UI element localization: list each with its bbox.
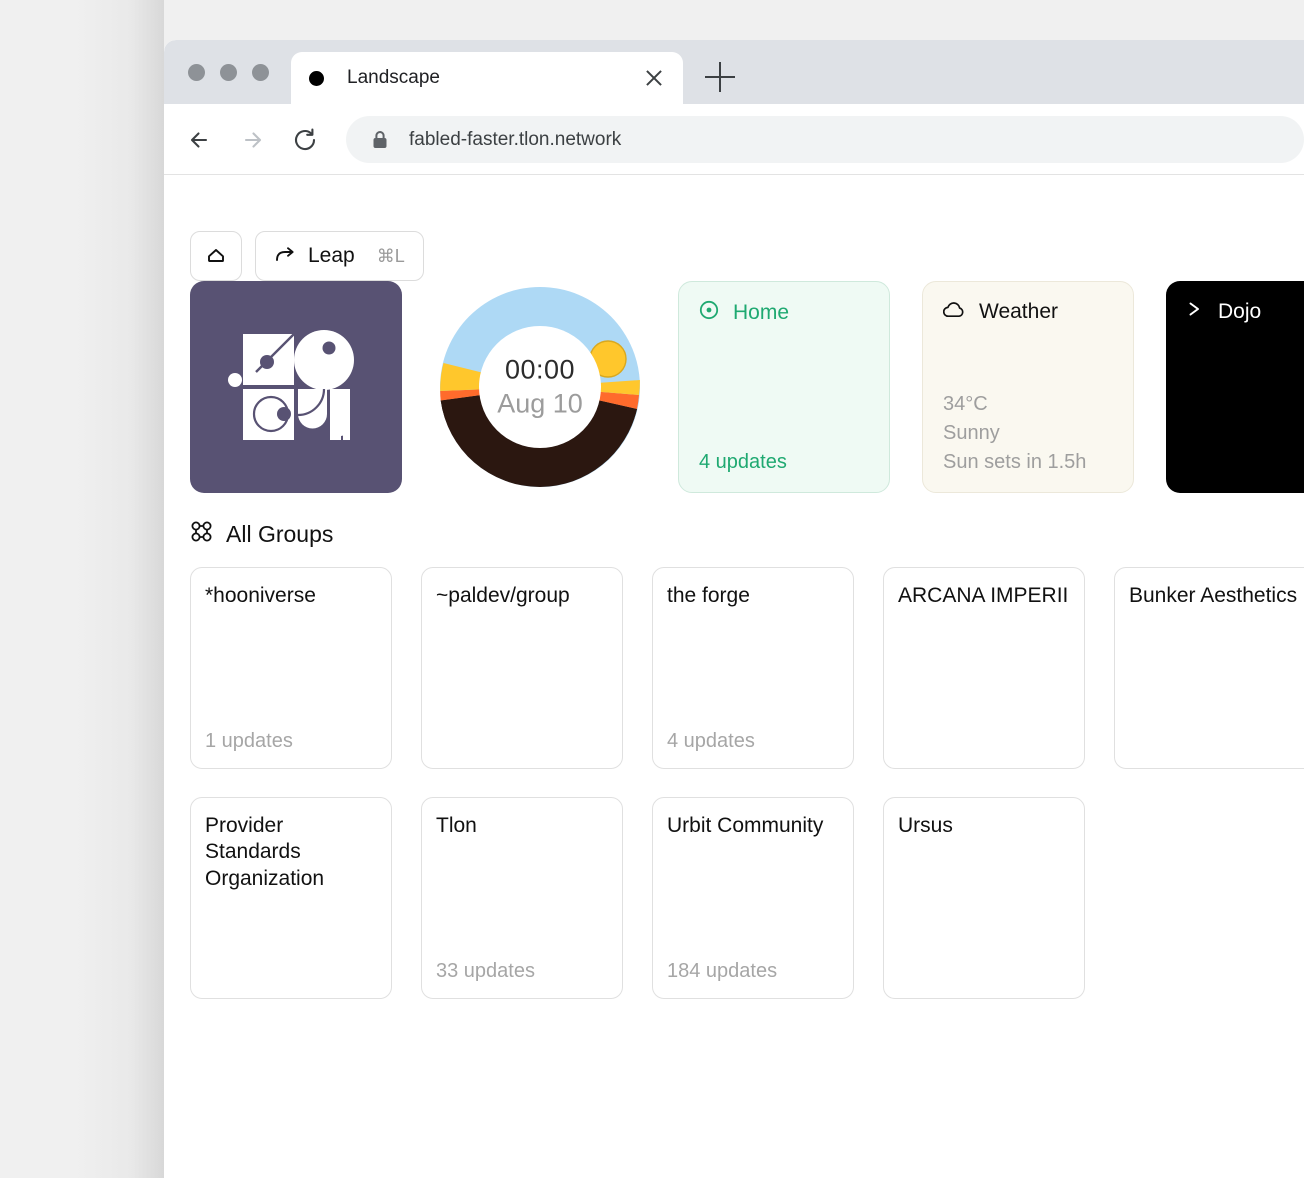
tile-row: 00:00 Aug 10 Home 4 updates Weather 34°C… <box>190 281 1304 493</box>
browser-window: Landscape fabled-faster.tlon.network Lea… <box>164 40 1304 1178</box>
tile-dojo[interactable]: Dojo <box>1166 281 1304 493</box>
group-card[interactable]: Urbit Community 184 updates <box>652 797 854 999</box>
group-card[interactable]: *hooniverse 1 updates <box>190 567 392 769</box>
tile-dojo-header: Dojo <box>1186 299 1304 324</box>
address-bar-url: fabled-faster.tlon.network <box>409 128 622 150</box>
group-card[interactable]: Ursus <box>883 797 1085 999</box>
leap-shortcut-label: ⌘L <box>376 245 405 266</box>
browser-toolbar: fabled-faster.tlon.network <box>164 104 1304 175</box>
weather-condition: Sunny <box>943 422 1000 444</box>
group-updates: 1 updates <box>205 730 293 752</box>
close-icon[interactable] <box>643 67 665 89</box>
group-updates: 4 updates <box>667 730 755 752</box>
cloud-icon <box>942 301 965 323</box>
group-name: Provider Standards Organization <box>205 814 325 890</box>
weather-temperature: 34°C <box>943 393 988 415</box>
group-card[interactable]: Bunker Aesthetics <box>1114 567 1304 769</box>
landscape-top-controls: Leap ⌘L <box>190 231 424 281</box>
browser-tab-strip: Landscape <box>164 40 1304 104</box>
tile-weather-body: 34°C Sunny Sun sets in 1.5h <box>943 393 1113 474</box>
close-window-button[interactable] <box>188 64 205 81</box>
lock-icon <box>372 130 388 150</box>
target-dot-icon <box>699 300 719 325</box>
tile-weather-header: Weather <box>942 300 1113 324</box>
all-groups-header: All Groups <box>190 520 333 548</box>
group-updates: 184 updates <box>667 960 778 982</box>
tile-clock[interactable]: 00:00 Aug 10 <box>434 281 646 493</box>
minimize-window-button[interactable] <box>220 64 237 81</box>
group-card[interactable]: Tlon 33 updates <box>421 797 623 999</box>
group-name: *hooniverse <box>205 584 316 607</box>
chevron-right-icon <box>1186 299 1204 324</box>
tile-dojo-title: Dojo <box>1218 299 1262 323</box>
group-name: Tlon <box>436 814 477 837</box>
tile-weather-title: Weather <box>979 300 1058 323</box>
tab-title: Landscape <box>347 67 440 88</box>
leap-label: Leap <box>308 244 355 267</box>
weather-sunset: Sun sets in 1.5h <box>943 451 1087 473</box>
group-card[interactable]: Provider Standards Organization <box>190 797 392 999</box>
new-tab-button[interactable] <box>705 62 735 92</box>
group-card[interactable]: ARCANA IMPERII <box>883 567 1085 769</box>
leap-button[interactable]: Leap ⌘L <box>255 231 424 281</box>
group-grid: *hooniverse 1 updates ~paldev/group the … <box>190 567 1304 999</box>
group-card[interactable]: ~paldev/group <box>421 567 623 769</box>
group-name: ARCANA IMPERII <box>898 584 1069 607</box>
arrow-turn-right-icon <box>274 243 296 270</box>
window-traffic-lights <box>188 64 269 81</box>
group-updates: 33 updates <box>436 960 535 982</box>
browser-tab-landscape[interactable]: Landscape <box>291 52 683 104</box>
home-button[interactable] <box>190 231 242 281</box>
group-name: Ursus <box>898 814 953 837</box>
groups-nodes-icon <box>190 520 213 548</box>
arrow-left-icon[interactable] <box>186 126 214 154</box>
group-card[interactable]: the forge 4 updates <box>652 567 854 769</box>
all-groups-title: All Groups <box>226 520 334 547</box>
group-name: Bunker Aesthetics <box>1129 584 1298 607</box>
maximize-window-button[interactable] <box>252 64 269 81</box>
home-icon <box>205 243 227 270</box>
address-bar[interactable]: fabled-faster.tlon.network <box>346 116 1304 163</box>
tile-home-updates: 4 updates <box>699 451 787 473</box>
tile-home-title: Home <box>733 300 790 324</box>
landscape-page: Leap ⌘L 00:00 Aug 10 Home 4 updates Weat… <box>164 175 1304 1178</box>
circle-favicon-icon <box>309 70 324 86</box>
tile-weather[interactable]: Weather 34°C Sunny Sun sets in 1.5h <box>922 281 1134 493</box>
urbit-sigil-icon <box>228 330 354 440</box>
window-shadow <box>0 0 164 1178</box>
group-name: Urbit Community <box>667 814 824 837</box>
day-cycle-donut-chart <box>440 287 640 488</box>
tile-sigil[interactable] <box>190 281 402 493</box>
tile-home[interactable]: Home 4 updates <box>678 281 890 493</box>
tile-home-header: Home <box>699 300 869 325</box>
reload-icon[interactable] <box>291 126 319 154</box>
group-name: ~paldev/group <box>436 584 570 607</box>
group-name: the forge <box>667 584 750 607</box>
arrow-right-icon[interactable] <box>238 126 266 154</box>
